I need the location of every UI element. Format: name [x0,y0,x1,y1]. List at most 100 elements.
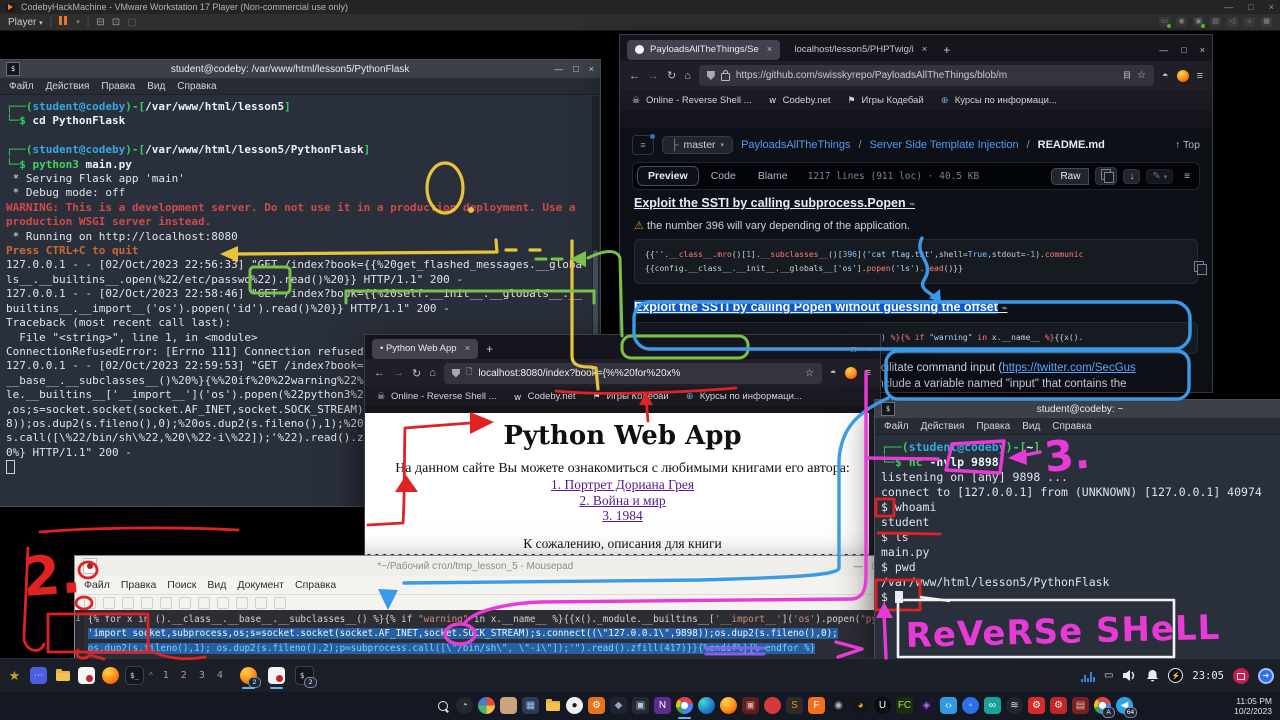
gauge-app-icon[interactable]: ◔ [456,697,473,714]
app-menu-button[interactable]: ≡ [1197,70,1203,82]
bookmark-star-icon[interactable]: ☆ [1137,70,1146,81]
orange-gear-app-icon[interactable]: ⚙ [588,697,605,714]
arduino-app-icon[interactable]: ∞ [984,697,1001,714]
vmware-app-icon[interactable]: ▣ [632,697,649,714]
branch-selector[interactable]: ├master▾ [662,136,733,154]
new-tab-button[interactable]: + [486,342,493,356]
app-menu-button[interactable]: ≡ [865,367,871,379]
bookmark-item[interactable]: ⚑Игры Кодебай [847,95,924,106]
menu-item-5[interactable]: Справка [177,81,216,92]
back-button[interactable]: ← [374,367,385,379]
menu-item-2[interactable]: Действия [46,81,90,92]
menu-item-2[interactable]: Правка [121,579,156,591]
extension-icon[interactable] [1177,70,1189,82]
bookmark-item[interactable]: ☠Online - Reverse Shell ... [631,95,752,106]
terminal1-maximize-button[interactable]: □ [573,64,578,74]
menu-item-4[interactable]: Вид [1022,421,1040,432]
menu-item-1[interactable]: Файл [9,81,34,92]
terminal1-minimize-button[interactable]: — [554,64,563,74]
colorful-app-icon[interactable] [478,697,495,714]
mousepad-launcher-icon[interactable] [78,667,95,684]
onenote-app-icon[interactable]: N [654,697,671,714]
chrome-app-icon[interactable] [676,697,693,714]
copy-code-icon[interactable] [1194,261,1204,272]
display-device-icon[interactable]: ▭ [1159,17,1170,27]
reader-view-icon[interactable]: 目 [1123,70,1131,81]
red-gear2-app-icon[interactable]: ⚙ [1050,697,1067,714]
fc-app-icon[interactable]: FC [896,697,913,714]
workspace-switcher[interactable]: 1 2 3 4 [163,670,226,681]
reload-button[interactable]: ↻ [412,367,421,380]
screen-lock-icon[interactable] [1233,668,1249,684]
network-device-icon[interactable]: ▣ [1193,17,1204,27]
cut-icon[interactable] [236,597,248,609]
menu-item-3[interactable]: Поиск [167,579,196,591]
breadcrumb-repo[interactable]: PayloadsAllTheThings [741,139,850,151]
mousepad-running-icon[interactable] [268,667,285,684]
terminal2-titlebar[interactable]: $ student@codeby: ~ [875,400,1280,418]
code-block-subprocess[interactable]: {{''.__class__.mro()[1].__subclasses__()… [634,239,1198,284]
shield-icon[interactable] [707,71,715,80]
codeby-menu-icon[interactable]: ★ [6,667,23,684]
usb-device-icon[interactable]: ☼ [1244,17,1255,27]
heading-popen-offset[interactable]: Exploit the SSTI by calling Popen withou… [634,300,1198,314]
window-list-icon[interactable]: ▭ [1104,670,1113,681]
chrome-profile-icon[interactable]: A [1094,697,1111,714]
tab-blame[interactable]: Blame [748,167,798,185]
calendar-app-icon[interactable]: ▦ [522,697,539,714]
tab-code[interactable]: Code [701,167,746,185]
pocket-icon[interactable]: ◓ [1162,70,1169,82]
logout-icon[interactable]: ➜ [1258,668,1274,684]
telegram-app-icon[interactable]: ◀64 [1116,697,1133,714]
disk-device-icon[interactable]: ▤ [1210,17,1221,27]
tab-payloadsallthethings[interactable]: PayloadsAllTheThings/Se× [627,40,780,60]
anchor-link-icon[interactable]: ⌁ [909,199,915,210]
vscode-app-icon[interactable]: ‹› [940,697,957,714]
github-win-maximize-button[interactable]: □ [1181,45,1186,55]
bird-app-icon[interactable]: ≋ [1006,697,1023,714]
file-manager-icon[interactable] [54,667,71,684]
tab-close-icon[interactable]: × [465,343,471,354]
file-tree-icon[interactable]: ≡ [632,135,654,155]
edge-app-icon[interactable] [698,697,715,714]
reload-button[interactable]: ↻ [667,69,676,82]
mousepad-minimize-button[interactable]: — [854,561,863,571]
copy-icon[interactable] [255,597,267,609]
bookmark-item[interactable]: ⚑Игры Кодебай [592,391,669,402]
maps-pin-app-icon[interactable]: ◦ [962,697,979,714]
bookmark-item[interactable]: wCodeby.net [513,391,576,402]
back-button[interactable]: ← [629,70,640,82]
home-button[interactable]: ⌂ [684,70,691,82]
save-as-icon[interactable] [141,597,153,609]
vmware-close-button[interactable]: × [1269,2,1274,12]
tab-python-web-app[interactable]: • Python Web App× [372,339,478,359]
visual-studio-app-icon[interactable]: ◈ [918,697,935,714]
blender-app-icon[interactable]: ◕ [852,697,869,714]
firefox-running-icon[interactable]: 2 [240,667,257,684]
menu-item-2[interactable]: Действия [921,421,965,432]
reload-icon[interactable] [160,597,172,609]
bookmark-item[interactable]: ⊕Курсы по информаци... [685,391,802,402]
open-icon[interactable] [103,597,115,609]
mousepad-titlebar[interactable]: *~/Рабочий стол/tmp_lesson_5 - Mousepad … [75,556,886,576]
devices-button[interactable]: ⊟ [96,17,104,28]
start-button[interactable] [412,697,429,714]
redo-icon[interactable] [217,597,229,609]
menu-item-3[interactable]: Правка [101,81,135,92]
suspend-caret[interactable]: ▾ [76,18,80,26]
player-menu[interactable]: Player ▾ [8,17,43,28]
anchor-link-icon[interactable]: ⌁ [1001,303,1007,314]
book-link[interactable]: 2. Война и мир [365,493,880,509]
save-icon[interactable] [122,597,134,609]
top-link[interactable]: ↑ Top [1175,139,1200,151]
sublime-app-icon[interactable]: S [786,697,803,714]
home-button[interactable]: ⌂ [429,367,436,379]
heading-subprocess-popen[interactable]: Exploit the SSTI by calling subprocess.P… [634,196,1198,210]
menu-item-4[interactable]: Вид [147,81,165,92]
new-tab-button[interactable]: + [943,43,950,57]
menu-item-6[interactable]: Справка [295,579,336,591]
suspend-button[interactable] [59,16,69,28]
menu-item-1[interactable]: Файл [84,579,110,591]
power-manager-icon[interactable]: ⚡ [1168,668,1183,683]
raw-button[interactable]: Raw [1051,168,1089,185]
